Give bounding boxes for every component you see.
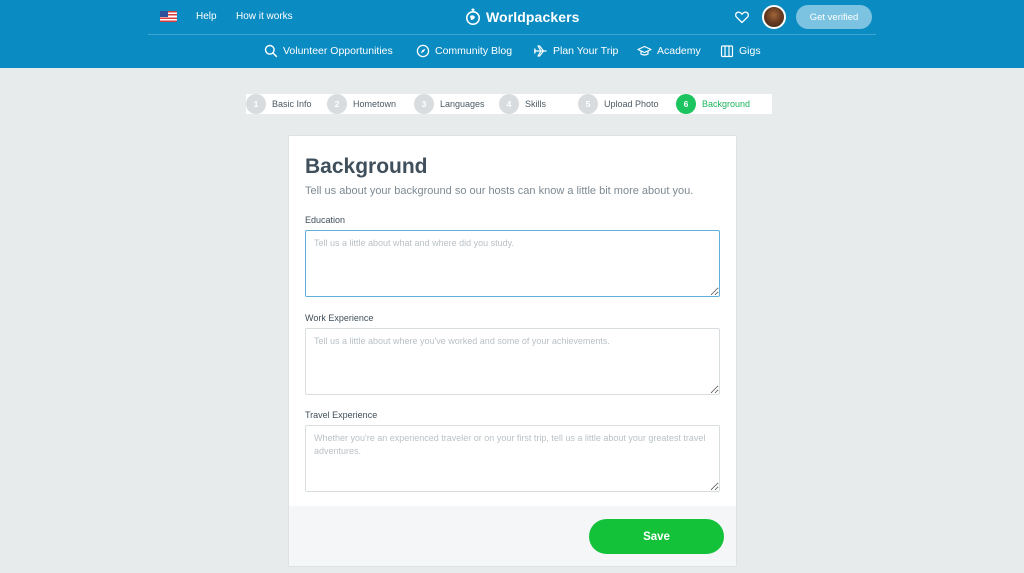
nav-plan-your-trip[interactable]: Plan Your Trip	[533, 43, 618, 59]
step-number: 3	[414, 94, 434, 114]
travel-experience-field[interactable]	[305, 425, 720, 492]
nav-label: Plan Your Trip	[553, 45, 619, 57]
nav-academy[interactable]: Academy	[637, 43, 701, 59]
brand-name: Worldpackers	[486, 9, 580, 25]
page-title: Background	[305, 155, 428, 178]
form-footer: Save	[289, 506, 736, 566]
travel-experience-label: Travel Experience	[305, 410, 378, 420]
get-verified-button[interactable]: Get verified	[796, 5, 872, 29]
education-label: Education	[305, 215, 346, 225]
step-number: 6	[676, 94, 696, 114]
nav-community-blog[interactable]: Community Blog	[416, 43, 512, 59]
step-label: Hometown	[353, 99, 397, 109]
compass-icon	[416, 44, 430, 58]
work-experience-field[interactable]	[305, 328, 720, 395]
nav-volunteer-opportunities[interactable]: Volunteer Opportunities	[264, 43, 393, 59]
top-header: Help How it works Worldpackers Get verif…	[0, 0, 1024, 68]
progress-steps: 1 Basic Info 2 Hometown 3 Languages 4 Sk…	[246, 94, 772, 114]
nav-label: Community Blog	[435, 45, 513, 57]
step-label: Skills	[525, 99, 547, 109]
header-divider	[148, 34, 876, 35]
step-label: Upload Photo	[604, 99, 659, 109]
nav-label: Academy	[657, 45, 701, 57]
graduation-cap-icon	[637, 45, 652, 56]
globe-logo-icon	[466, 8, 480, 25]
education-field[interactable]	[305, 230, 720, 297]
nav-label: Volunteer Opportunities	[283, 45, 393, 57]
work-experience-label: Work Experience	[305, 313, 374, 323]
step-background[interactable]: 6 Background	[676, 94, 750, 114]
help-link[interactable]: Help	[196, 11, 217, 22]
step-number: 1	[246, 94, 266, 114]
step-hometown[interactable]: 2 Hometown	[327, 94, 396, 114]
gigs-icon	[720, 45, 734, 58]
page-subtitle: Tell us about your background so our hos…	[305, 185, 694, 197]
nav-label: Gigs	[739, 45, 761, 57]
heart-icon[interactable]	[734, 9, 750, 25]
how-it-works-link[interactable]: How it works	[236, 11, 293, 22]
step-label: Background	[702, 99, 751, 109]
airplane-icon	[533, 45, 547, 57]
nav-gigs[interactable]: Gigs	[720, 43, 761, 59]
step-number: 4	[499, 94, 519, 114]
save-button[interactable]: Save	[589, 519, 724, 554]
us-flag-icon[interactable]	[160, 11, 177, 22]
step-number: 2	[327, 94, 347, 114]
step-upload-photo[interactable]: 5 Upload Photo	[578, 94, 659, 114]
step-basic-info[interactable]: 1 Basic Info	[246, 94, 312, 114]
search-icon	[264, 44, 278, 58]
background-form-card: Background Tell us about your background…	[288, 135, 737, 567]
step-skills[interactable]: 4 Skills	[499, 94, 546, 114]
step-label: Languages	[440, 99, 485, 109]
brand-logo[interactable]: Worldpackers	[465, 7, 580, 27]
avatar[interactable]	[762, 5, 786, 29]
step-languages[interactable]: 3 Languages	[414, 94, 485, 114]
step-label: Basic Info	[272, 99, 312, 109]
step-number: 5	[578, 94, 598, 114]
